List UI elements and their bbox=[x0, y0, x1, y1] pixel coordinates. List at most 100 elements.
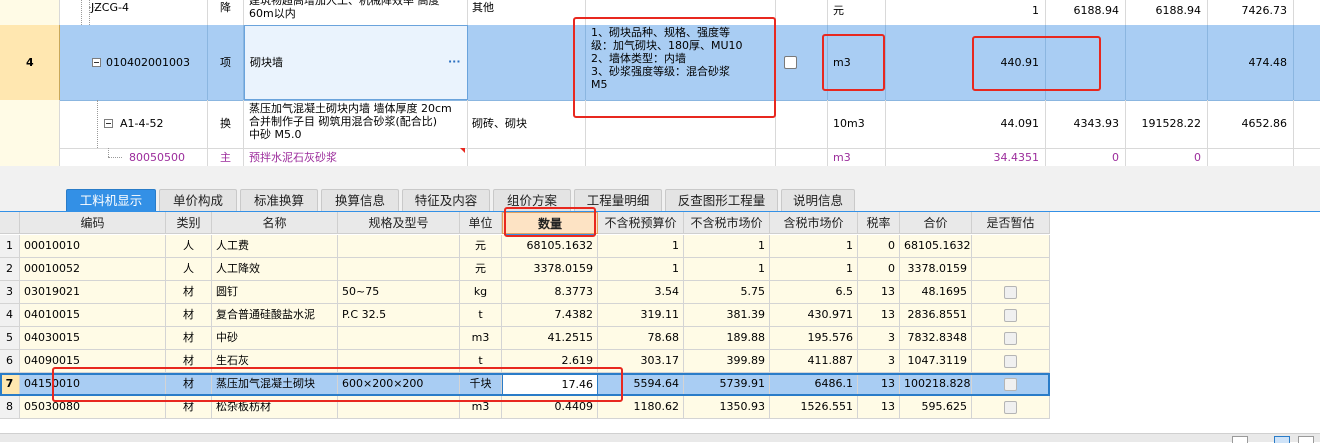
estimate-checkbox[interactable] bbox=[1004, 309, 1017, 322]
tab-unit-price[interactable]: 单价构成 bbox=[159, 189, 237, 211]
grid-row-4-selected[interactable]: 4 010402001003 项 砌块墙 ··· 1、砌块品种、规格、强度等 级… bbox=[0, 25, 1320, 101]
name-cell-editing[interactable]: 砌块墙 ··· bbox=[244, 25, 468, 100]
cell-est[interactable] bbox=[972, 327, 1050, 350]
layout-icon[interactable] bbox=[1298, 436, 1314, 443]
cell-text: 381.39 bbox=[726, 308, 766, 321]
cell-qty[interactable]: 3378.0159 bbox=[502, 258, 598, 281]
name-cell[interactable]: 蒸压加气混凝土砌块内墙 墙体厚度 20cm 合并制作子目 砌筑用混合砂浆(配合比… bbox=[244, 100, 468, 148]
resource-row[interactable]: 1 00010010 人 人工费 元 68105.1632 1 1 1 0 68105.1632 bbox=[0, 235, 1050, 258]
grid-row-jzcg4[interactable]: JZCG-4 降 建筑物超高增加人工、机械降效率 高度60m以内 其他 元 1 … bbox=[0, 0, 1320, 26]
header-name[interactable]: 名称 bbox=[212, 212, 338, 234]
name-cell[interactable]: 预拌水泥石灰砂浆 bbox=[244, 148, 468, 166]
header-taxed-price[interactable]: 含税市场价 bbox=[770, 212, 858, 234]
header-market-price[interactable]: 不含税市场价 bbox=[684, 212, 770, 234]
estimate-checkbox[interactable] bbox=[1004, 286, 1017, 299]
feature-line: M5 bbox=[591, 78, 608, 91]
total-text: 191528.22 bbox=[1141, 117, 1202, 130]
cell-est[interactable] bbox=[972, 396, 1050, 419]
tab-features-content[interactable]: 特征及内容 bbox=[402, 189, 490, 211]
cell-text: 中砂 bbox=[216, 331, 238, 344]
comment-marker-icon bbox=[460, 148, 465, 153]
qty-cell[interactable]: 440.91 bbox=[886, 25, 1046, 100]
resource-grid: 编码 类别 名称 规格及型号 单位 数量 不含税预算价 不含税市场价 含税市场价… bbox=[0, 207, 1320, 441]
cell-text: 元 bbox=[475, 239, 486, 252]
name-cell[interactable]: 建筑物超高增加人工、机械降效率 高度60m以内 bbox=[244, 0, 468, 25]
cell-qty[interactable]: 41.2515 bbox=[502, 327, 598, 350]
resource-row[interactable]: 7 04150010 材 蒸压加气混凝土砌块 600×200×200 千块 17.46 559… bbox=[0, 373, 1050, 396]
cell-qty[interactable]: 2.619 bbox=[502, 350, 598, 373]
check-cell bbox=[776, 148, 828, 166]
layout-icon[interactable] bbox=[1232, 436, 1248, 443]
more-icon[interactable]: ··· bbox=[448, 55, 461, 68]
header-budget-price[interactable]: 不含税预算价 bbox=[598, 212, 684, 234]
cell-text: 5594.64 bbox=[633, 377, 680, 390]
cell-qty[interactable]: 17.46 bbox=[502, 373, 598, 396]
cell-est[interactable] bbox=[972, 373, 1050, 396]
tab-quantity-details[interactable]: 工程量明细 bbox=[574, 189, 662, 211]
code-cell[interactable]: 80050500 bbox=[60, 148, 208, 166]
cell-qty[interactable]: 7.4382 bbox=[502, 304, 598, 327]
collapse-icon[interactable] bbox=[92, 58, 101, 67]
tab-labor-material-machine[interactable]: 工料机显示 bbox=[66, 189, 156, 211]
cell-text: 0.4409 bbox=[554, 400, 594, 413]
code-cell[interactable]: 010402001003 bbox=[60, 25, 208, 100]
cell-text: 1 bbox=[846, 239, 853, 252]
layout-icon-active[interactable] bbox=[1274, 436, 1290, 443]
grid-row-80050500[interactable]: 80050500 主 预拌水泥石灰砂浆 m3 34.4351 0 0 bbox=[0, 148, 1320, 166]
cell-est[interactable] bbox=[972, 304, 1050, 327]
cell-text: 04030015 bbox=[24, 331, 80, 344]
cell-text: 04090015 bbox=[24, 354, 80, 367]
resource-row[interactable]: 3 03019021 材 圆钉 50~75 kg 8.3773 3.54 5.75 6.5 13 48… bbox=[0, 281, 1050, 304]
cell-est[interactable] bbox=[972, 281, 1050, 304]
header-unit[interactable]: 单位 bbox=[460, 212, 502, 234]
estimate-checkbox[interactable] bbox=[1004, 401, 1017, 414]
header-category[interactable]: 类别 bbox=[166, 212, 212, 234]
cell-qty[interactable]: 0.4409 bbox=[502, 396, 598, 419]
feature-cell[interactable]: 1、砌块品种、规格、强度等 级：加气砌块、180厚、MU10 2、墙体类型：内墙… bbox=[586, 25, 776, 100]
cell-est[interactable] bbox=[972, 258, 1050, 281]
last-text: 474.48 bbox=[1248, 56, 1288, 69]
price-text: 4343.93 bbox=[1073, 117, 1120, 130]
spec-text: 砌砖、砌块 bbox=[472, 117, 527, 130]
header-rownum bbox=[0, 212, 20, 234]
cell-budget: 319.11 bbox=[598, 304, 684, 327]
cell-text: 78.68 bbox=[647, 331, 680, 344]
header-tax-rate[interactable]: 税率 bbox=[858, 212, 900, 234]
type-cell: 主 bbox=[208, 148, 244, 166]
tab-description[interactable]: 说明信息 bbox=[781, 189, 855, 211]
spec-cell bbox=[468, 148, 586, 166]
resource-row[interactable]: 8 05030080 材 松杂板枋材 m3 0.4409 1180.62 1350.93 152… bbox=[0, 396, 1050, 419]
cell-est[interactable] bbox=[972, 235, 1050, 258]
header-total[interactable]: 合价 bbox=[900, 212, 972, 234]
last-cell: 7426.73 bbox=[1208, 0, 1294, 25]
total-cell bbox=[1126, 25, 1208, 100]
feature-line: 3、砂浆强度等级：混合砂浆 bbox=[591, 65, 730, 78]
header-spec[interactable]: 规格及型号 bbox=[338, 212, 460, 234]
cell-est[interactable] bbox=[972, 350, 1050, 373]
header-estimate[interactable]: 是否暂估 bbox=[972, 212, 1050, 234]
code-cell[interactable]: A1-4-52 bbox=[60, 100, 208, 148]
row-checkbox[interactable] bbox=[784, 56, 797, 69]
resource-row[interactable]: 4 04010015 材 复合普通硅酸盐水泥 P.C 32.5 t 7.4382 319.11… bbox=[0, 304, 1050, 327]
resource-row[interactable]: 6 04090015 材 生石灰 t 2.619 303.17 399.89 411.887 3 1… bbox=[0, 350, 1050, 373]
cell-code: 04090015 bbox=[20, 350, 166, 373]
tab-conversion-info[interactable]: 换算信息 bbox=[321, 189, 399, 211]
estimate-checkbox[interactable] bbox=[1004, 378, 1017, 391]
collapse-icon[interactable] bbox=[104, 119, 113, 128]
tab-standard-conversion[interactable]: 标准换算 bbox=[240, 189, 318, 211]
cell-qty[interactable]: 68105.1632 bbox=[502, 235, 598, 258]
cell-text: 6486.1 bbox=[814, 377, 854, 390]
header-quantity[interactable]: 数量 bbox=[502, 212, 598, 234]
cell-qty[interactable]: 8.3773 bbox=[502, 281, 598, 304]
tab-pricing-scheme[interactable]: 组价方案 bbox=[493, 189, 571, 211]
header-code[interactable]: 编码 bbox=[20, 212, 166, 234]
grid-row-a1-4-52[interactable]: A1-4-52 换 蒸压加气混凝土砌块内墙 墙体厚度 20cm 合并制作子目 砌… bbox=[0, 100, 1320, 149]
resource-row[interactable]: 2 00010052 人 人工降效 元 3378.0159 1 1 1 0 3378.0159 bbox=[0, 258, 1050, 281]
estimate-checkbox[interactable] bbox=[1004, 355, 1017, 368]
resource-row[interactable]: 5 04030015 材 中砂 m3 41.2515 78.68 189.88 195.576 3… bbox=[0, 327, 1050, 350]
code-cell[interactable]: JZCG-4 bbox=[60, 0, 208, 25]
estimate-checkbox[interactable] bbox=[1004, 332, 1017, 345]
tab-reverse-graphic[interactable]: 反查图形工程量 bbox=[665, 189, 778, 211]
cell-code: 04150010 bbox=[20, 373, 166, 396]
cell-text: 人工降效 bbox=[216, 262, 260, 275]
